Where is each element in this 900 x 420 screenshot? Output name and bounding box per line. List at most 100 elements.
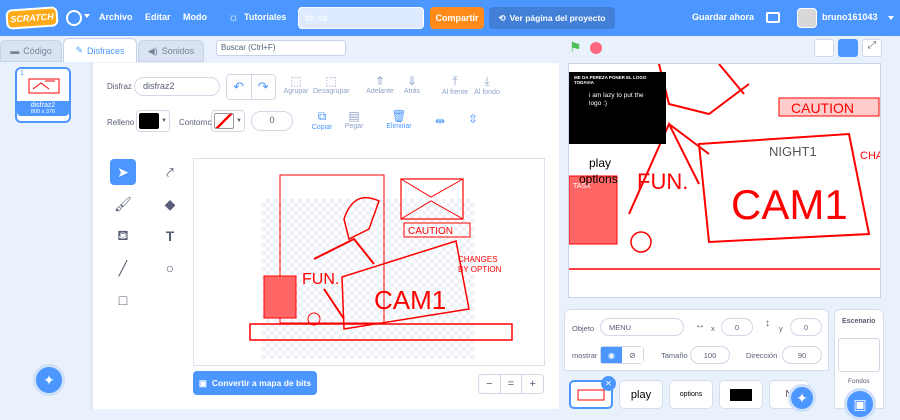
mode-menu[interactable]: Modo <box>183 12 207 22</box>
fill-label: Relleno <box>107 118 135 127</box>
back-button[interactable]: ⤓ Al fondo <box>473 74 501 96</box>
group-button[interactable]: ⬚ Agrupar <box>282 74 310 95</box>
flip-vertical-icon[interactable]: ⇳ <box>468 112 478 126</box>
backdrop-thumbnail[interactable] <box>838 338 880 372</box>
circle-icon: ○ <box>165 260 175 276</box>
search-input[interactable]: Buscar (Ctrl+F) <box>216 40 346 56</box>
convert-to-bitmap-button[interactable]: ▣ Convertir a mapa de bits <box>193 371 317 395</box>
redo-button[interactable]: ↷ <box>252 75 276 99</box>
outline-swatch <box>214 113 234 129</box>
reshape-tool[interactable]: ⤤ <box>157 159 183 185</box>
brush-icon: 🖌 <box>114 195 132 212</box>
bucket-icon: ⛾ <box>117 226 129 243</box>
direction-input[interactable]: 90 <box>782 346 822 364</box>
fill-color-picker[interactable]: ▼ <box>136 110 170 132</box>
fullscreen-icon[interactable]: ⤢ <box>862 39 882 57</box>
delete-button[interactable]: 🗑 Eliminar <box>384 109 414 130</box>
rectangle-tool[interactable]: □ <box>110 287 136 313</box>
canvas-cam-text: CAM1 <box>374 285 446 315</box>
see-project-label: Ver página del proyecto <box>509 13 606 23</box>
forward-button[interactable]: ⇑ Adelante <box>364 74 396 95</box>
size-label: Tamaño <box>661 351 688 360</box>
share-button[interactable]: Compartir <box>430 7 484 29</box>
see-project-page-button[interactable]: ⟲ Ver página del proyecto <box>489 7 615 29</box>
flip-horizontal-icon[interactable]: ⇹ <box>435 114 445 128</box>
show-label: mostrar <box>572 351 598 360</box>
delete-sprite-button[interactable]: ✕ <box>601 376 616 391</box>
cat-plus-icon: ✦ <box>43 371 55 388</box>
stage-play-text[interactable]: play <box>589 156 611 170</box>
sprite-name-input[interactable]: MENU <box>600 318 684 336</box>
text-tool[interactable]: T <box>157 223 183 249</box>
select-tool[interactable]: ➤ <box>110 159 136 185</box>
ungroup-button[interactable]: ⬚ Desagrupar <box>313 74 350 95</box>
tab-code[interactable]: ▬ Código <box>0 40 62 62</box>
group-label: Agrupar <box>283 88 309 95</box>
costume-name: disfraz2 800 x 376 <box>17 101 69 116</box>
copy-button[interactable]: ⧉ Copiar <box>308 109 336 131</box>
zoom-in-button[interactable]: + <box>522 375 543 393</box>
x-input[interactable]: 0 <box>721 318 753 336</box>
reshape-icon: ⤤ <box>166 163 174 180</box>
paint-canvas[interactable]: CAUTION FUN. CAM1 CHANGES BY OPTION <box>193 158 545 366</box>
show-button[interactable]: ◉ <box>601 347 622 363</box>
paste-button[interactable]: ▤ Pegar <box>340 109 368 130</box>
file-menu[interactable]: Archivo <box>99 12 133 22</box>
line-tool[interactable]: ╱ <box>110 255 136 281</box>
add-sprite-button[interactable]: ✦ <box>788 384 816 412</box>
edit-menu[interactable]: Editar <box>145 12 171 22</box>
stop-icon[interactable] <box>590 42 602 54</box>
folder-icon[interactable] <box>766 12 780 23</box>
canvas-drawing: CAUTION FUN. CAM1 CHANGES BY OPTION <box>249 174 513 359</box>
costume-name-text: disfraz2 <box>30 102 56 109</box>
stage-panel-title: Escenario <box>842 318 876 325</box>
large-stage-button[interactable] <box>838 39 858 57</box>
sprite-tile-logo[interactable] <box>719 380 763 409</box>
tab-costumes[interactable]: ✎ Disfraces <box>63 38 137 62</box>
sprite-tile-play[interactable]: play <box>619 380 663 409</box>
add-costume-button[interactable]: ✦ <box>33 364 65 396</box>
brush-tool[interactable]: 🖌 <box>110 191 136 217</box>
outline-color-picker[interactable]: ▼ <box>211 110 245 132</box>
scratch-logo[interactable]: SCRATCH <box>5 6 59 30</box>
tutorials-menu[interactable]: Tutoriales <box>244 12 286 22</box>
copy-icon: ⧉ <box>317 109 327 123</box>
costume-name-input[interactable]: disfraz2 <box>134 77 220 96</box>
stage-options-text[interactable]: options <box>579 172 618 186</box>
small-stage-button[interactable] <box>814 39 834 57</box>
sprite-tile-options[interactable]: options <box>669 380 713 409</box>
stage-night-text: NIGHT1 <box>769 144 817 159</box>
size-input[interactable]: 100 <box>690 346 730 364</box>
front-button[interactable]: ⤒ Al frente <box>440 74 470 96</box>
add-backdrop-button[interactable]: ▣ <box>844 388 876 420</box>
tab-sounds[interactable]: ◀) Sonidos <box>138 40 204 62</box>
fill-tool[interactable]: ⛾ <box>110 223 136 249</box>
username[interactable]: bruno161043 <box>822 12 878 22</box>
costume-thumbnail <box>28 78 60 94</box>
stage[interactable]: CAUTION FUN. NIGHT1 CAM1 CHA TASK ME DA … <box>568 63 881 298</box>
hide-button[interactable]: ⊘ <box>622 347 643 363</box>
backward-button[interactable]: ⇓ Atrás <box>400 74 424 95</box>
save-now-link[interactable]: Guardar ahora <box>692 12 754 22</box>
y-label: y <box>779 324 783 333</box>
eraser-tool[interactable]: ◆ <box>157 191 183 217</box>
zoom-out-button[interactable]: − <box>479 375 500 393</box>
outline-width-input[interactable]: 0 <box>251 111 293 131</box>
lightbulb-icon: ☼ <box>228 10 239 24</box>
convert-to-bitmap-label: Convertir a mapa de bits <box>211 378 312 388</box>
globe-icon[interactable] <box>66 10 82 26</box>
project-title-input[interactable]: tfo xd <box>298 7 424 29</box>
costume-size: 800 x 376 <box>30 109 56 115</box>
eye-slash-icon: ⊘ <box>629 350 636 360</box>
backdrops-label: Fondos <box>848 378 870 385</box>
back-icon: ⤓ <box>484 74 490 88</box>
ungroup-icon: ⬚ <box>325 74 337 88</box>
circle-tool[interactable]: ○ <box>157 255 183 281</box>
green-flag-icon[interactable]: ⚑ <box>569 39 582 56</box>
y-input[interactable]: 0 <box>790 318 822 336</box>
zoom-reset-button[interactable]: = <box>499 375 523 393</box>
front-icon: ⤒ <box>452 74 458 88</box>
avatar[interactable] <box>797 8 817 28</box>
backward-icon: ⇓ <box>406 74 418 88</box>
undo-button[interactable]: ↶ <box>227 75 252 99</box>
